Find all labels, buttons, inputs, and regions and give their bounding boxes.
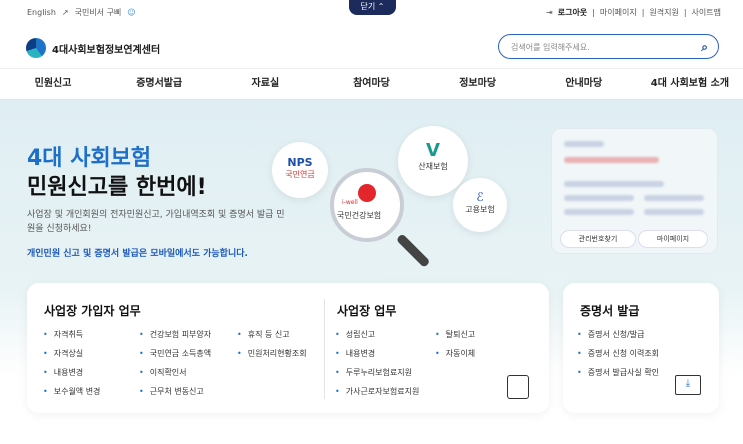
gupi-icon: ☺ bbox=[127, 8, 136, 17]
kcomwel-icon: ᐯ bbox=[426, 140, 440, 161]
hero-notice: 개인민원 신고 및 증명서 발급은 모바일에서도 가능합니다. bbox=[27, 249, 248, 259]
nps-label: 국민연금 bbox=[285, 170, 315, 179]
card1-link[interactable]: 자격취득 bbox=[43, 329, 83, 340]
remote-support-link[interactable]: 원격지원 bbox=[649, 7, 678, 18]
find-number-button[interactable]: 관리번호찾기 bbox=[560, 230, 636, 248]
card2-link[interactable]: 자동이체 bbox=[435, 348, 475, 359]
nav-item-info[interactable]: 정보마당 bbox=[425, 69, 531, 99]
card1-title: 사업장 가입자 업무 bbox=[44, 304, 141, 318]
card3-title: 증명서 발급 bbox=[580, 304, 640, 318]
ei-badge[interactable]: ℰ 고용보험 bbox=[453, 178, 507, 232]
logout-link[interactable]: 로그아웃 bbox=[558, 7, 587, 18]
logo-text: 4대사회보험정보연계센터 bbox=[52, 44, 161, 56]
card2-link[interactable]: 가사근로자보험료지원 bbox=[335, 386, 420, 397]
mypage-link[interactable]: 마이페이지 bbox=[600, 7, 637, 18]
nav-item-certificate[interactable]: 증명서발급 bbox=[106, 69, 212, 99]
card-divider bbox=[324, 299, 325, 399]
card1-link[interactable]: 자격상실 bbox=[43, 348, 83, 359]
hero-title: 민원신고를 한번에! bbox=[27, 175, 207, 200]
nav-item-participation[interactable]: 참여마당 bbox=[318, 69, 424, 99]
card1-link[interactable]: 보수월액 변경 bbox=[43, 386, 101, 397]
english-link[interactable]: English bbox=[27, 8, 56, 17]
subscribe-link[interactable]: 국민비서 구삐 bbox=[75, 7, 122, 18]
ei-label: 고용보험 bbox=[465, 205, 495, 214]
card2-title: 사업장 업무 bbox=[337, 304, 397, 318]
nhis-badge[interactable]: i-well 국민건강보험 bbox=[330, 168, 404, 242]
hero-description: 사업장 및 개인회원의 전자민원신고, 가입내역조회 및 증명서 발급 민원을 … bbox=[27, 210, 285, 234]
card2-link[interactable]: 성립신고 bbox=[335, 329, 375, 340]
nav-item-civil[interactable]: 민원신고 bbox=[0, 69, 106, 99]
card1-link[interactable]: 국민연금 소득총액 bbox=[139, 348, 211, 359]
card1-link[interactable]: 건강보험 피부양자 bbox=[139, 329, 211, 340]
card1-link[interactable]: 민원처리현황조회 bbox=[237, 348, 307, 359]
mypage-button[interactable]: 마이페이지 bbox=[638, 230, 708, 248]
hero-title-blue: 4대 사회보험 bbox=[27, 146, 152, 171]
chevron-up-icon: ⌃ bbox=[377, 2, 385, 11]
header: 4대사회보험정보연계센터 검색어를 입력해주세요. ⌕ bbox=[0, 24, 743, 68]
sitemap-link[interactable]: 사이트맵 bbox=[692, 7, 721, 18]
card2-link[interactable]: 탈퇴신고 bbox=[435, 329, 475, 340]
logo-icon bbox=[26, 38, 46, 58]
ei-icon: ℰ bbox=[476, 190, 484, 204]
external-link-icon: ↗ bbox=[61, 8, 69, 17]
nhis-logo: i-well bbox=[342, 199, 358, 206]
logout-icon: ⇥ bbox=[546, 8, 553, 17]
main-nav: 민원신고 증명서발급 자료실 참여마당 정보마당 안내마당 4대 사회보험 소개 bbox=[0, 68, 743, 100]
card3-link[interactable]: 증명서 신청 이력조회 bbox=[577, 348, 659, 359]
card3-link[interactable]: 증명서 발급사실 확인 bbox=[577, 367, 659, 378]
nps-badge[interactable]: NPS 국민연금 bbox=[272, 142, 328, 198]
login-card: 관리번호찾기 마이페이지 bbox=[551, 128, 718, 254]
download-monitor-icon: ⤓ bbox=[675, 375, 701, 395]
card3-link[interactable]: 증명서 신청/발급 bbox=[577, 329, 645, 340]
kcomwel-badge[interactable]: ᐯ 산재보험 bbox=[398, 126, 468, 196]
search-input[interactable]: 검색어를 입력해주세요. ⌕ bbox=[498, 34, 719, 59]
search-placeholder: 검색어를 입력해주세요. bbox=[511, 43, 590, 52]
business-card: 사업장 가입자 업무 자격취득 자격상실 내용변경 보수월액 변경 건강보험 피… bbox=[27, 283, 549, 413]
nps-logo: NPS bbox=[287, 156, 313, 169]
nhis-label: 국민건강보험 bbox=[337, 211, 382, 220]
certificate-card: 증명서 발급 증명서 신청/발급 증명서 신청 이력조회 증명서 발급사실 확인… bbox=[563, 283, 719, 413]
card1-link[interactable]: 내용변경 bbox=[43, 367, 83, 378]
kcomwel-label: 산재보험 bbox=[418, 162, 448, 171]
card1-link[interactable]: 이직확인서 bbox=[139, 367, 187, 378]
card2-link[interactable]: 내용변경 bbox=[335, 348, 375, 359]
close-banner-button[interactable]: 닫기 ⌃ bbox=[349, 0, 396, 15]
card1-link[interactable]: 근무처 변동신고 bbox=[139, 386, 204, 397]
nav-item-library[interactable]: 자료실 bbox=[212, 69, 318, 99]
nhis-heart-icon bbox=[358, 184, 376, 202]
card1-link[interactable]: 휴직 등 신고 bbox=[237, 329, 290, 340]
document-icon bbox=[507, 375, 529, 399]
nav-item-about[interactable]: 4대 사회보험 소개 bbox=[637, 69, 743, 99]
search-icon[interactable]: ⌕ bbox=[701, 40, 708, 55]
site-logo[interactable]: 4대사회보험정보연계센터 bbox=[26, 38, 160, 58]
card2-link[interactable]: 두루누리보험료지원 bbox=[335, 367, 412, 378]
nav-item-guide[interactable]: 안내마당 bbox=[531, 69, 637, 99]
